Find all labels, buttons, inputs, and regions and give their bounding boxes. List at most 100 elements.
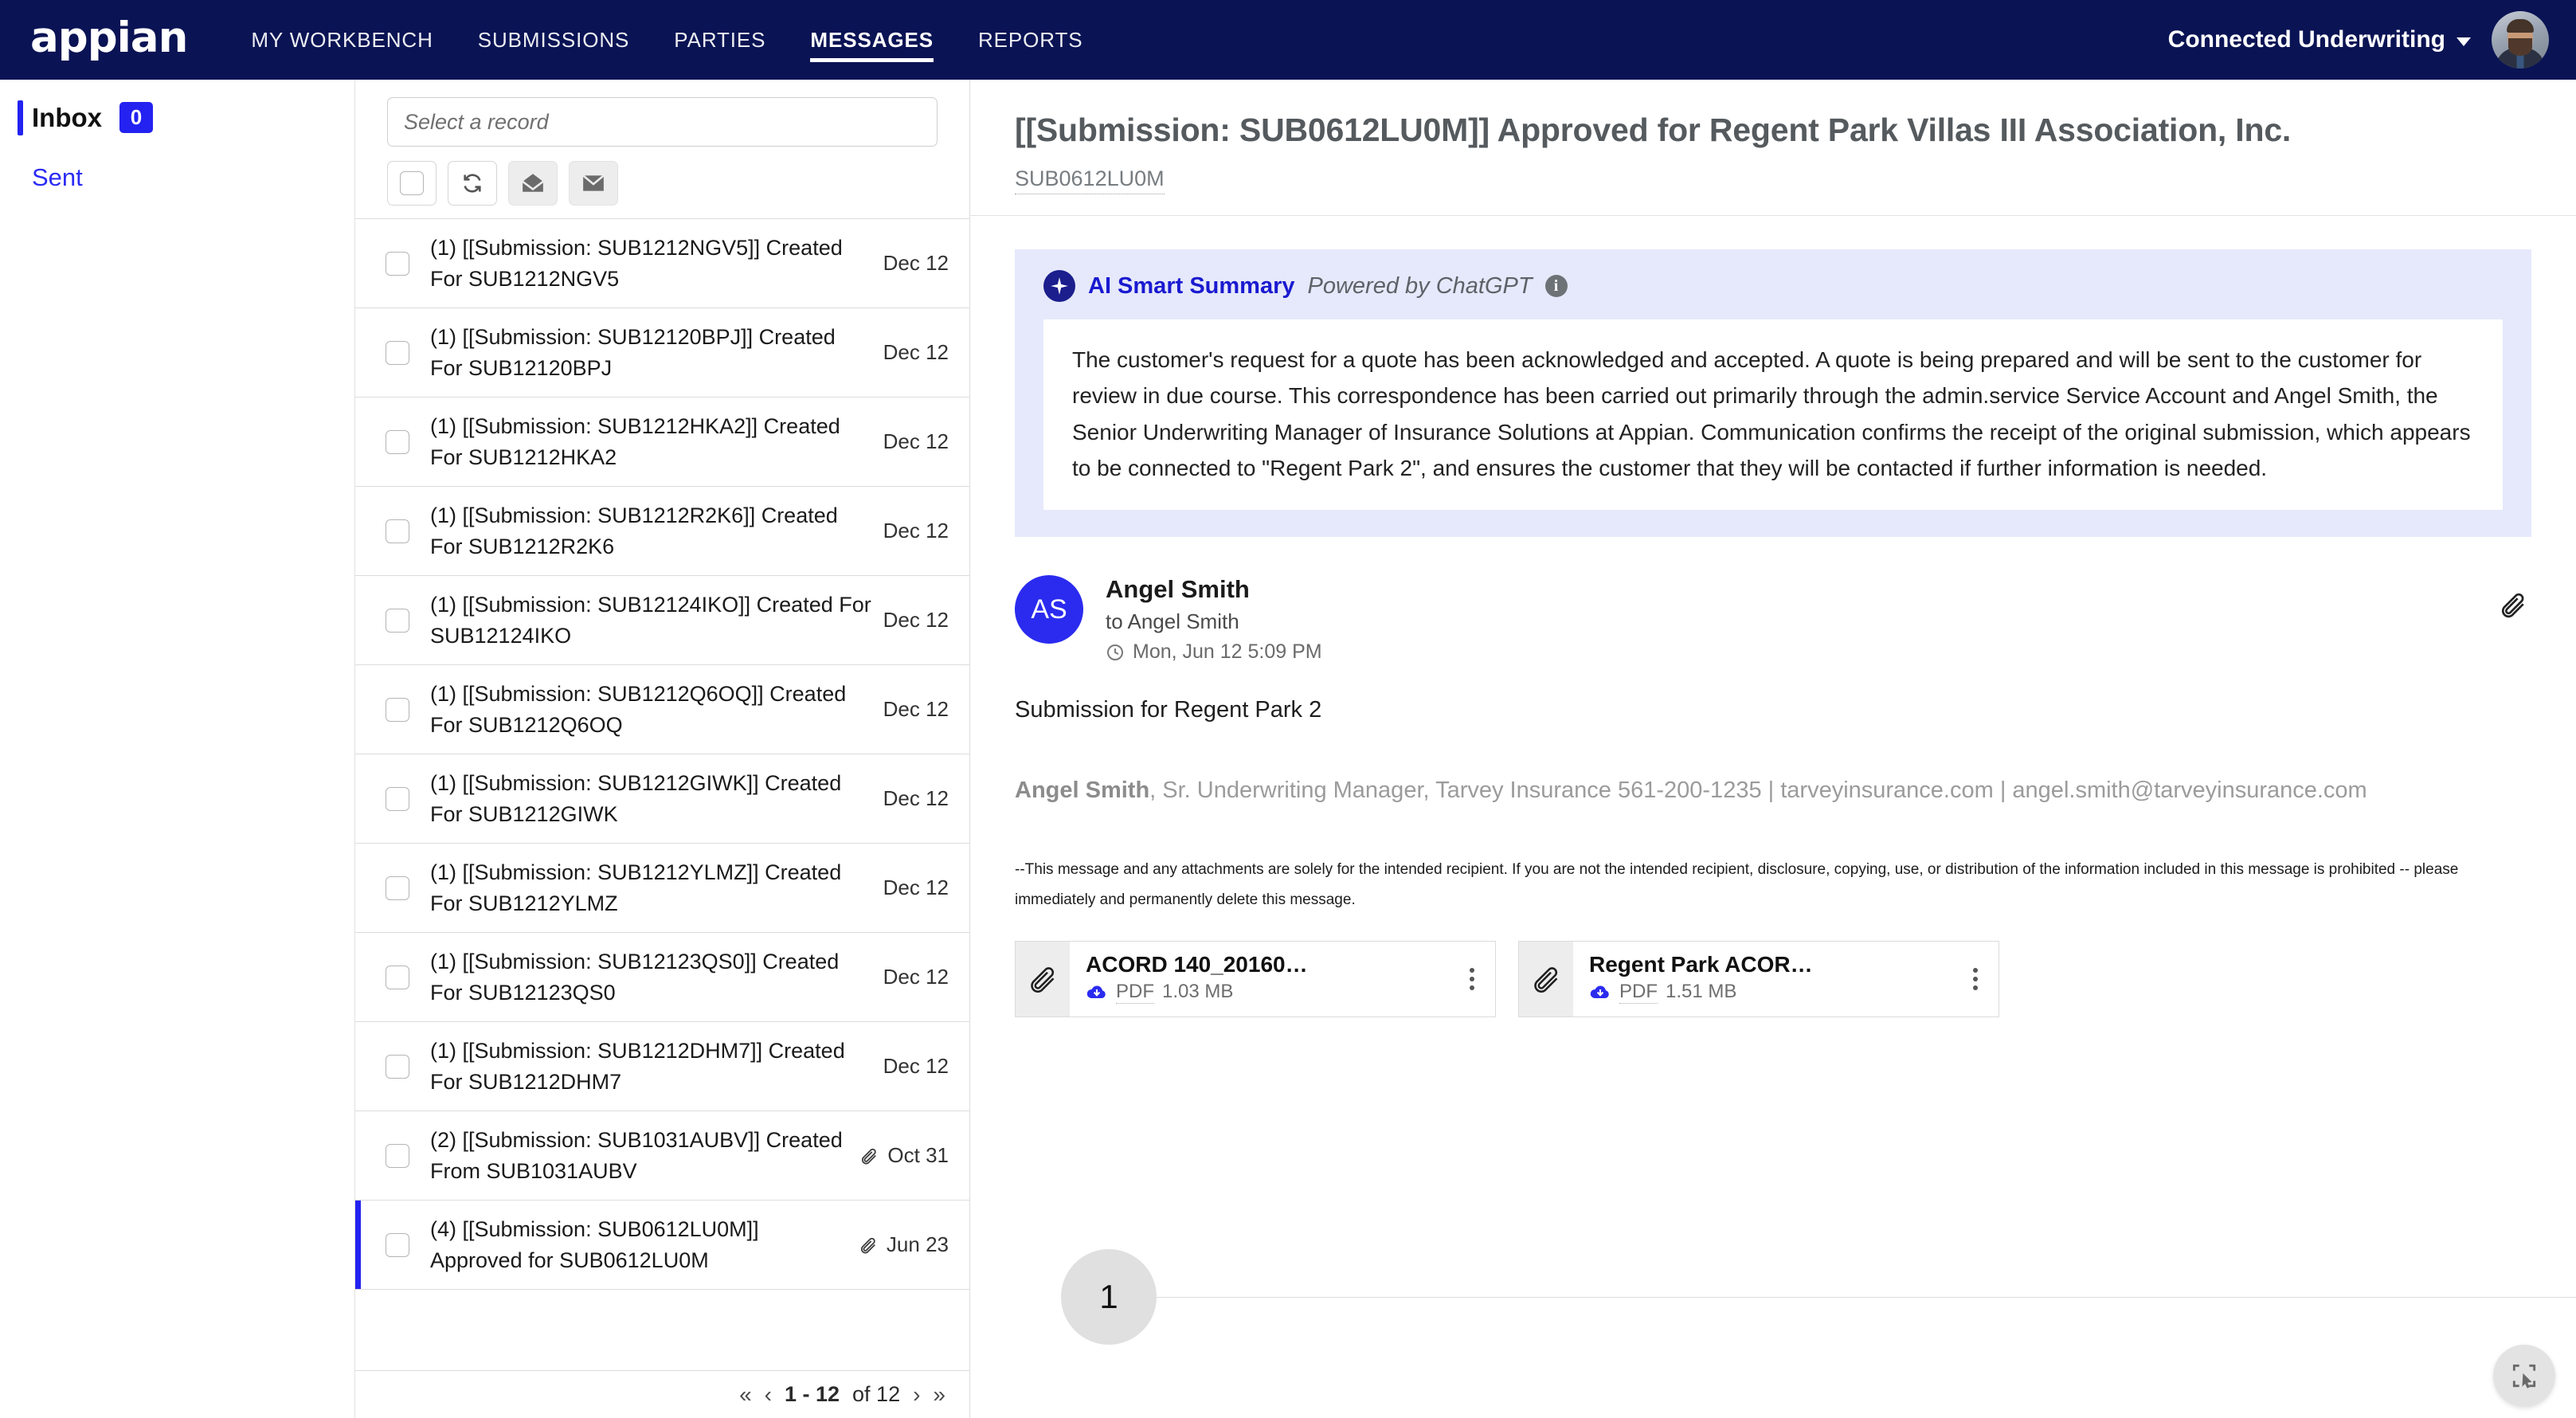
nav-reports[interactable]: REPORTS	[956, 0, 1106, 80]
ai-sparkle-icon	[1043, 270, 1075, 302]
message-timestamp-row: Mon, Jun 12 5:09 PM	[1106, 640, 1322, 664]
message-row-checkbox[interactable]	[386, 1233, 409, 1257]
pagination-first[interactable]: «	[739, 1382, 752, 1408]
message-list-header	[355, 80, 969, 206]
message-row-date: Dec 12	[883, 251, 949, 276]
message-timestamp: Mon, Jun 12 5:09 PM	[1133, 640, 1322, 664]
message-row-subject: (1) [[Submission: SUB1212R2K6]] Created …	[430, 500, 883, 562]
paperclip-icon	[860, 1146, 878, 1166]
page-layout: Inbox 0 Sent	[0, 80, 2576, 1418]
pagination-prev[interactable]: ‹	[765, 1382, 772, 1408]
message-recipient: to Angel Smith	[1106, 609, 1322, 634]
thread-count-badge[interactable]: 1	[1061, 1249, 1157, 1345]
message-row-subject: (1) [[Submission: SUB1212DHM7]] Created …	[430, 1036, 883, 1097]
message-list-item[interactable]: (1) [[Submission: SUB1212HKA2]] Created …	[355, 398, 969, 487]
record-select-input[interactable]	[387, 97, 938, 147]
message-row-meta: Dec 12	[883, 875, 949, 900]
refresh-button[interactable]	[448, 161, 497, 206]
message-row-meta: Dec 12	[883, 786, 949, 811]
attachment-type: PDF	[1116, 981, 1154, 1004]
message-list-item[interactable]: (1) [[Submission: SUB1212DHM7]] Created …	[355, 1022, 969, 1111]
message-row-date: Dec 12	[883, 340, 949, 365]
message-list-item[interactable]: (1) [[Submission: SUB1212GIWK]] Created …	[355, 754, 969, 844]
message-row-checkbox[interactable]	[386, 876, 409, 900]
appian-logo[interactable]: appian	[30, 17, 187, 64]
message-row-checkbox[interactable]	[386, 252, 409, 276]
message-list-item[interactable]: (1) [[Submission: SUB1212YLMZ]] Created …	[355, 844, 969, 933]
attachment-more-options-button[interactable]	[1454, 942, 1495, 1016]
message-list-item[interactable]: (1) [[Submission: SUB1212R2K6]] Created …	[355, 487, 969, 576]
sidebar-item-inbox[interactable]: Inbox 0	[32, 102, 354, 133]
message-row-subject: (1) [[Submission: SUB12120BPJ]] Created …	[430, 322, 883, 383]
attachment-list: ACORD 140_20160…PDF1.03 MBRegent Park AC…	[1015, 941, 2531, 1017]
attachment-more-options-button[interactable]	[1957, 942, 1999, 1016]
ai-summary-text: The customer's request for a quote has b…	[1043, 319, 2503, 510]
message-reading-pane: [[Submission: SUB0612LU0M]] Approved for…	[970, 80, 2576, 1418]
message-list-item[interactable]: (1) [[Submission: SUB1212Q6OQ]] Created …	[355, 665, 969, 754]
ai-smart-summary-panel: AI Smart Summary Powered by ChatGPT i Th…	[1015, 249, 2531, 537]
pagination-next[interactable]: ›	[913, 1382, 920, 1408]
message-sender-block: AS Angel Smith to Angel Smith Mon, Jun 1…	[1015, 575, 2531, 664]
nav-messages[interactable]: MESSAGES	[788, 0, 956, 80]
select-region-button[interactable]	[2493, 1345, 2555, 1407]
message-list: (1) [[Submission: SUB1212NGV5]] Created …	[355, 218, 969, 1370]
message-row-checkbox[interactable]	[386, 1055, 409, 1079]
message-list-item[interactable]: (1) [[Submission: SUB1212NGV5]] Created …	[355, 219, 969, 308]
message-row-checkbox[interactable]	[386, 787, 409, 811]
paperclip-icon	[1532, 965, 1560, 993]
paperclip-icon	[2500, 591, 2527, 618]
message-row-checkbox[interactable]	[386, 430, 409, 454]
nav-submissions[interactable]: SUBMISSIONS	[456, 0, 652, 80]
message-row-checkbox[interactable]	[386, 519, 409, 543]
info-icon[interactable]: i	[1545, 275, 1568, 297]
message-row-date: Dec 12	[883, 875, 949, 900]
message-row-checkbox[interactable]	[386, 1144, 409, 1168]
site-name-label: Connected Underwriting	[2168, 26, 2445, 53]
attachment-card[interactable]: Regent Park ACOR…PDF1.51 MB	[1518, 941, 1999, 1017]
paperclip-icon	[859, 1235, 877, 1255]
top-navigation-bar: appian MY WORKBENCH SUBMISSIONS PARTIES …	[0, 0, 2576, 80]
message-row-meta: Dec 12	[883, 697, 949, 722]
kebab-dot	[1973, 977, 1978, 981]
user-avatar[interactable]	[2492, 11, 2549, 69]
message-row-date: Dec 12	[883, 429, 949, 454]
nav-right-group: Connected Underwriting	[2168, 11, 2549, 69]
message-row-checkbox[interactable]	[386, 698, 409, 722]
message-list-item[interactable]: (1) [[Submission: SUB12120BPJ]] Created …	[355, 308, 969, 398]
kebab-dot	[1470, 968, 1474, 973]
pagination-last[interactable]: »	[933, 1382, 945, 1408]
attachment-indicator[interactable]	[2500, 591, 2527, 622]
message-row-checkbox[interactable]	[386, 609, 409, 633]
message-row-subject: (2) [[Submission: SUB1031AUBV]] Created …	[430, 1125, 860, 1186]
message-row-subject: (1) [[Submission: SUB12124IKO]] Created …	[430, 590, 883, 651]
message-row-meta: Dec 12	[883, 251, 949, 276]
sidebar-item-sent[interactable]: Sent	[32, 163, 354, 192]
mark-as-unread-button[interactable]	[569, 161, 618, 206]
message-row-subject: (1) [[Submission: SUB1212NGV5]] Created …	[430, 233, 883, 294]
record-link[interactable]: SUB0612LU0M	[1015, 166, 1165, 194]
message-list-item[interactable]: (4) [[Submission: SUB0612LU0M]] Approved…	[355, 1201, 969, 1290]
message-list-item[interactable]: (1) [[Submission: SUB12124IKO]] Created …	[355, 576, 969, 665]
cursor-select-icon	[2509, 1361, 2539, 1391]
checkbox-square-icon	[400, 171, 424, 195]
message-list-item[interactable]: (2) [[Submission: SUB1031AUBV]] Created …	[355, 1111, 969, 1201]
message-row-meta: Dec 12	[883, 429, 949, 454]
attachment-size: 1.03 MB	[1162, 981, 1233, 1003]
message-row-meta: Dec 12	[883, 340, 949, 365]
message-row-meta: Jun 23	[859, 1232, 949, 1257]
kebab-dot	[1470, 985, 1474, 990]
message-list-item[interactable]: (1) [[Submission: SUB12123QS0]] Created …	[355, 933, 969, 1022]
site-switcher[interactable]: Connected Underwriting	[2168, 26, 2471, 53]
message-row-meta: Dec 12	[883, 1054, 949, 1079]
attachment-card[interactable]: ACORD 140_20160…PDF1.03 MB	[1015, 941, 1496, 1017]
message-row-checkbox[interactable]	[386, 341, 409, 365]
nav-parties[interactable]: PARTIES	[652, 0, 788, 80]
open-envelope-icon	[521, 173, 545, 194]
thread-separator: 1	[1015, 1249, 2576, 1345]
primary-nav: MY WORKBENCH SUBMISSIONS PARTIES MESSAGE…	[229, 0, 1105, 80]
message-row-checkbox[interactable]	[386, 966, 409, 989]
select-all-checkbox[interactable]	[387, 161, 437, 206]
mark-as-read-button[interactable]	[508, 161, 558, 206]
nav-my-workbench[interactable]: MY WORKBENCH	[229, 0, 455, 80]
message-row-date: Oct 31	[887, 1143, 949, 1168]
